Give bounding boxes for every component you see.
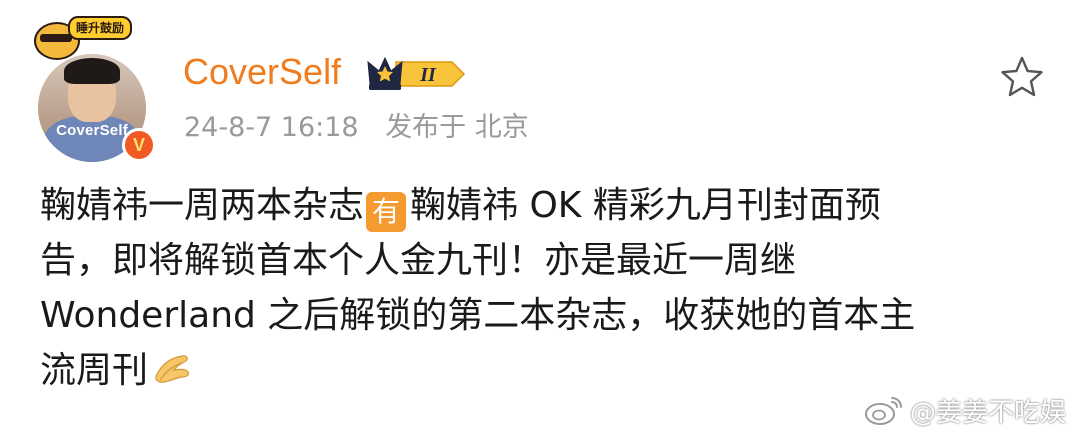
author-avatar[interactable]: CoverSelf 睡升鼓励 V [34, 14, 156, 162]
you-badge-icon: 有 [366, 192, 407, 232]
watermark-text: @姜姜不吃娱 [909, 397, 1066, 428]
sticker-sunglasses [40, 34, 72, 42]
post-line-2: 告，即将解锁首本个人金九刊！亦是最近一周继 [40, 240, 797, 281]
post-text: 鞠婧祎一周两本杂志有鞠婧祎 OK 精彩九月刊封面预 告，即将解锁首本个人金九刊！… [40, 178, 1040, 398]
author-name[interactable]: CoverSelf [183, 52, 341, 92]
post-location: 发布于 北京 [385, 112, 529, 143]
sticker-banner: 睡升鼓励 [68, 16, 133, 40]
post-time: 24-8-7 16:18 [184, 112, 359, 143]
member-level-text: II [419, 64, 437, 86]
clapping-hands-emoji [155, 355, 190, 383]
post-meta: 24-8-7 16:18 发布于 北京 [184, 110, 529, 146]
weibo-logo-icon [864, 397, 902, 425]
post-line-1-part-b: 鞠婧祎 OK 精彩九月刊封面预 [410, 185, 881, 226]
post-line-3: Wonderland 之后解锁的第二本杂志，收获她的首本主 [40, 295, 916, 336]
avatar-hair [64, 58, 120, 84]
avatar-sticker: 睡升鼓励 [34, 14, 133, 60]
watermark: @姜姜不吃娱 [864, 390, 1066, 430]
post-line-4-text: 流周刊 [40, 350, 149, 391]
post-line-1-part-a: 鞠婧祎一周两本杂志 [40, 185, 365, 226]
crown-member-icon[interactable]: II [366, 54, 466, 94]
post-line-1: 鞠婧祎一周两本杂志有鞠婧祎 OK 精彩九月刊封面预 [40, 178, 1040, 233]
verified-mark: V [132, 135, 145, 155]
star-outline-icon[interactable] [998, 54, 1046, 100]
verified-v-icon: V [122, 128, 156, 162]
